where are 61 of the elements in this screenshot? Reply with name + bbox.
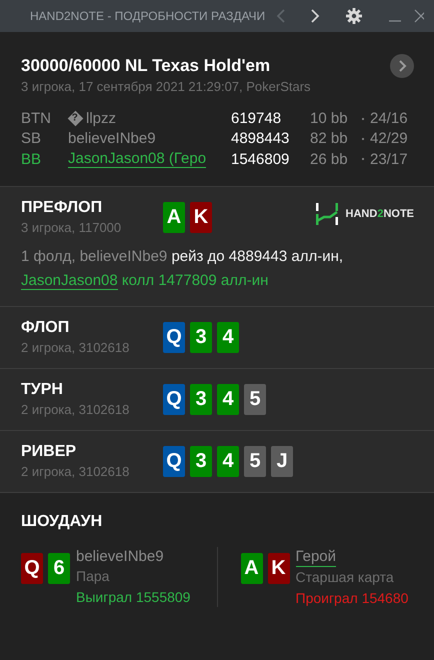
- player-name: llpzz: [86, 110, 116, 127]
- player-name: believeINbe9: [76, 547, 164, 566]
- position-label: BB: [21, 150, 42, 168]
- stack-bb: 26 bb: [310, 150, 349, 168]
- player-name: believeINbe9: [68, 130, 156, 147]
- street-info: 2 игрока, 3102618: [21, 340, 130, 355]
- player-name[interactable]: Герой: [296, 547, 336, 567]
- stack-amount: 4898443: [231, 130, 290, 147]
- player-stats: 24/16: [370, 110, 409, 127]
- street-info: 3 игрока, 117000: [21, 220, 122, 235]
- playing-card: Q: [163, 446, 185, 477]
- position-label: BTN: [21, 110, 52, 127]
- close-icon[interactable]: [414, 9, 424, 23]
- street-title: ФЛОП: [21, 319, 70, 337]
- hand-title: 30000/60000 NL Texas Hold'em: [21, 56, 272, 76]
- hand-combination: Пара: [76, 567, 110, 586]
- stack-amount: 619748: [231, 110, 282, 127]
- playing-card: 4: [217, 446, 239, 477]
- stack-bb: 82 bb: [310, 130, 349, 147]
- stack-amount: 1546809: [231, 150, 290, 168]
- playing-card: J: [271, 446, 293, 477]
- next-icon[interactable]: [310, 9, 320, 23]
- street-title: ПРЕФЛОП: [21, 199, 104, 217]
- player-name[interactable]: JasonJason08 (Геро: [68, 150, 206, 168]
- hand-combination: Старшая карта: [296, 568, 394, 587]
- playing-card: Q: [163, 384, 185, 415]
- logo-icon: [316, 203, 338, 225]
- street-info: 2 игрока, 3102618: [21, 402, 130, 417]
- position-label: SB: [21, 130, 42, 147]
- playing-card: 3: [190, 384, 212, 415]
- forward-button[interactable]: [390, 54, 414, 78]
- playing-card: 3: [190, 322, 212, 353]
- action-text: 1 фолд, believeINbe9 рейз до 4889443 алл-ин,: [21, 247, 344, 267]
- player-link[interactable]: JasonJason08: [21, 272, 118, 290]
- playing-card: K: [268, 553, 290, 584]
- playing-card: 4: [217, 322, 239, 353]
- street-info: 2 игрока, 3102618: [21, 464, 130, 479]
- playing-card: 6: [48, 553, 70, 584]
- playing-card: 4: [217, 384, 239, 415]
- player-stats: 42/29: [370, 130, 409, 147]
- playing-card: 5: [244, 446, 266, 477]
- unknown-character-mark: ?: [68, 110, 84, 126]
- playing-card: Q: [21, 553, 43, 584]
- playing-card: A: [163, 202, 185, 233]
- player-stats: 23/17: [370, 150, 409, 168]
- playing-card: Q: [163, 322, 185, 353]
- street-title: РИВЕР: [21, 443, 78, 461]
- result-text: Выиграл 1555809: [76, 588, 190, 607]
- action-text: JasonJason08 колл 1477809 алл-ин: [21, 271, 270, 292]
- settings-icon[interactable]: [346, 8, 362, 24]
- hand-info: 3 игрока, 17 сентября 2021 21:29:07, PokerStars: [21, 79, 311, 94]
- result-text: Проиграл 154680: [296, 589, 408, 608]
- playing-card: 5: [244, 384, 266, 415]
- window-title: HAND2NOTE - ПОДРОБНОСТИ РАЗДАЧИ: [30, 9, 266, 23]
- playing-card: A: [240, 553, 262, 584]
- street-title: ТУРН: [21, 381, 64, 399]
- playing-card: 3: [190, 446, 212, 477]
- logo-text: HAND2NOTE: [346, 208, 414, 220]
- stack-bb: 10 bb: [310, 110, 349, 127]
- playing-card: K: [190, 202, 212, 233]
- showdown-title: ШОУДАУН: [21, 513, 104, 531]
